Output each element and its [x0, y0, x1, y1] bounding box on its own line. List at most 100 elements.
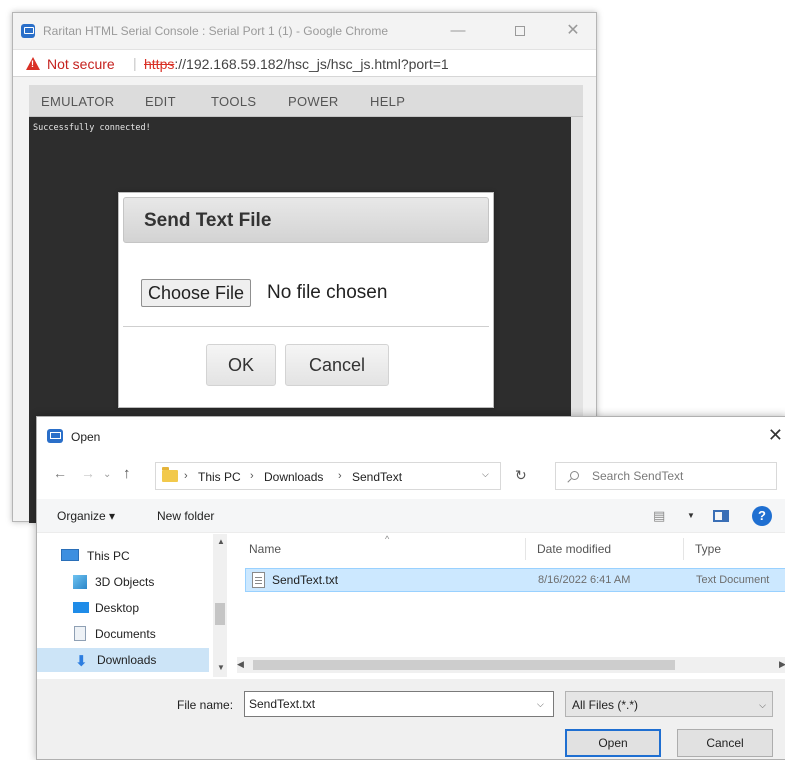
column-header-name[interactable]: Name: [249, 542, 281, 556]
menu-help[interactable]: HELP: [370, 94, 405, 109]
nav-item-label: Documents: [95, 627, 156, 641]
column-header-type[interactable]: Type: [695, 542, 721, 556]
documents-icon: [74, 626, 86, 641]
recent-locations-chevron-icon[interactable]: ⌄: [103, 469, 111, 480]
no-file-chosen-label: No file chosen: [267, 282, 388, 303]
view-dropdown-icon[interactable]: ▼: [687, 511, 695, 520]
file-name-cell: SendText.txt: [272, 573, 339, 587]
nav-item-label: Downloads: [97, 653, 157, 667]
open-dialog-title: Open: [71, 430, 101, 444]
maximize-icon: [515, 26, 525, 37]
command-bar: Organize ▾ New folder ▤ ▼ ?: [37, 499, 785, 533]
column-divider[interactable]: [525, 538, 526, 560]
file-type-cell: Text Document: [696, 574, 770, 586]
sort-ascending-icon: ^: [385, 534, 390, 544]
chrome-titlebar[interactable]: Raritan HTML Serial Console : Serial Por…: [13, 13, 596, 49]
view-options-icon[interactable]: ▤: [653, 508, 665, 524]
nav-item-label: This PC: [87, 549, 130, 563]
path-dropdown-chevron-icon[interactable]: ⌵: [482, 469, 489, 480]
send-text-file-dialog: Send Text File Choose File No file chose…: [118, 192, 494, 408]
column-header-date-modified[interactable]: Date modified: [537, 542, 611, 556]
dialog-footer: File name: ⌵ All Files (*.*) ⌵ Open Canc…: [37, 679, 785, 759]
up-arrow-icon[interactable]: ↑: [123, 465, 131, 482]
back-arrow-icon[interactable]: ←: [53, 465, 67, 481]
send-dialog-title: Send Text File: [144, 210, 272, 231]
file-row-selected[interactable]: SendText.txt 8/16/2022 6:41 AM Text Docu…: [245, 568, 785, 592]
nav-item-label: 3D Objects: [95, 575, 155, 589]
breadcrumb-separator-icon[interactable]: ›: [184, 470, 188, 482]
open-dialog-titlebar[interactable]: Open ✕: [37, 417, 785, 455]
url-protocol: https: [144, 56, 175, 72]
preview-pane-icon[interactable]: [713, 510, 729, 522]
file-name-dropdown-chevron-icon[interactable]: ⌵: [537, 699, 544, 710]
not-secure-label[interactable]: Not secure: [47, 56, 115, 72]
file-type-filter-value: All Files (*.*): [572, 698, 639, 712]
desktop-icon: [73, 602, 89, 613]
horizontal-scroll-thumb[interactable]: [253, 660, 675, 670]
forward-arrow-icon[interactable]: →: [81, 465, 95, 481]
folder-icon: [162, 467, 178, 482]
breadcrumb-this-pc[interactable]: This PC: [198, 470, 241, 484]
file-type-filter-select[interactable]: All Files (*.*) ⌵: [565, 691, 773, 717]
file-name-input[interactable]: [244, 691, 554, 717]
open-button[interactable]: Open: [565, 729, 661, 757]
url-path: ://192.168.59.182/hsc_js/hsc_js.html?por…: [174, 56, 449, 72]
close-button[interactable]: ✕: [558, 20, 588, 42]
text-file-icon: [252, 572, 265, 588]
file-list: ^ Name Date modified Type SendText.txt 8…: [235, 534, 785, 677]
nav-pane-scroll-thumb[interactable]: [215, 603, 225, 625]
breadcrumb-downloads[interactable]: Downloads: [264, 470, 323, 484]
search-input[interactable]: [592, 467, 772, 485]
3d-objects-icon: [73, 575, 87, 589]
open-dialog-app-icon: [47, 429, 63, 443]
menu-edit[interactable]: EDIT: [145, 94, 176, 109]
send-dialog-header: Send Text File: [123, 197, 489, 243]
breadcrumb-separator-icon[interactable]: ›: [338, 470, 342, 482]
help-icon[interactable]: ?: [752, 506, 772, 526]
file-date-cell: 8/16/2022 6:41 AM: [538, 574, 631, 586]
search-box[interactable]: [555, 462, 777, 490]
navigation-row: ← → ⌄ ↑ › This PC › Downloads › SendText…: [37, 457, 785, 495]
open-dialog-cancel-button[interactable]: Cancel: [677, 729, 773, 757]
filter-dropdown-chevron-icon: ⌵: [759, 700, 766, 710]
menu-emulator[interactable]: EMULATOR: [41, 94, 114, 109]
file-name-label: File name:: [177, 698, 234, 712]
warning-icon[interactable]: [26, 57, 40, 70]
send-dialog-divider: [123, 326, 489, 327]
nav-item-this-pc[interactable]: This PC: [61, 544, 211, 568]
nav-item-desktop[interactable]: Desktop: [69, 596, 219, 620]
breadcrumb-sendtext[interactable]: SendText: [352, 470, 402, 484]
refresh-icon[interactable]: ↻: [515, 467, 527, 484]
nav-item-documents[interactable]: Documents: [69, 622, 219, 646]
open-dialog-close-button[interactable]: ✕: [768, 425, 783, 446]
address-breadcrumb[interactable]: › This PC › Downloads › SendText: [155, 462, 501, 490]
nav-item-label: Desktop: [95, 601, 140, 615]
scroll-up-arrow-icon[interactable]: ▲: [217, 537, 225, 546]
column-divider[interactable]: [683, 538, 684, 560]
search-icon: [570, 471, 579, 480]
maximize-button[interactable]: [505, 20, 535, 42]
computer-icon: [61, 549, 79, 561]
scroll-down-arrow-icon[interactable]: ▼: [217, 663, 225, 672]
address-bar[interactable]: Not secure | https://192.168.59.182/hsc_…: [13, 49, 596, 77]
breadcrumb-separator-icon[interactable]: ›: [250, 470, 254, 482]
console-app-icon: [21, 24, 35, 38]
url-text[interactable]: https://192.168.59.182/hsc_js/hsc_js.htm…: [144, 56, 449, 72]
ok-button[interactable]: OK: [206, 344, 276, 386]
menu-tools[interactable]: TOOLS: [211, 94, 256, 109]
navigation-pane: This PC 3D Objects Desktop Documents ⬇ D…: [37, 534, 211, 677]
minimize-button[interactable]: —: [443, 20, 473, 42]
nav-item-downloads[interactable]: ⬇ Downloads: [37, 648, 209, 672]
menu-power[interactable]: POWER: [288, 94, 339, 109]
send-cancel-button[interactable]: Cancel: [285, 344, 389, 386]
scroll-right-arrow-icon[interactable]: ▶: [779, 659, 785, 670]
nav-item-3d-objects[interactable]: 3D Objects: [69, 570, 219, 594]
new-folder-button[interactable]: New folder: [157, 509, 214, 523]
organize-button[interactable]: Organize ▾: [57, 509, 115, 523]
downloads-arrow-icon: ⬇: [75, 653, 88, 670]
chrome-window-title: Raritan HTML Serial Console : Serial Por…: [43, 24, 389, 38]
scroll-left-arrow-icon[interactable]: ◀: [237, 659, 244, 670]
console-menubar: EMULATOR EDIT TOOLS POWER HELP: [29, 85, 583, 117]
open-file-dialog: Open ✕ ← → ⌄ ↑ › This PC › Downloads › S…: [36, 416, 785, 760]
choose-file-button[interactable]: Choose File: [141, 279, 252, 307]
